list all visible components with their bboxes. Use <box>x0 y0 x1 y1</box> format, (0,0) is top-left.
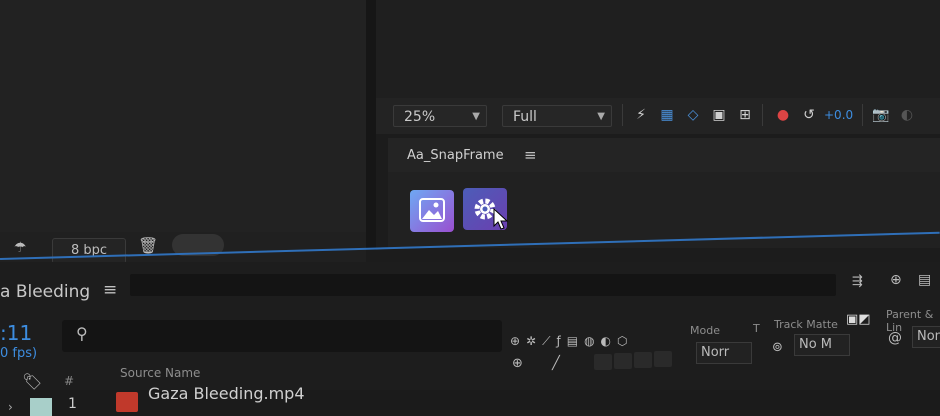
zoom-dropdown[interactable]: 25% ▼ <box>393 105 487 127</box>
image-icon <box>419 198 445 222</box>
track-matte-value: No M <box>799 337 833 352</box>
toolbar-separator <box>622 104 623 126</box>
switch-cell[interactable] <box>594 354 612 370</box>
zoom-value: 25% <box>404 109 436 125</box>
pick-whip-icon[interactable]: @ <box>888 330 902 346</box>
current-timecode[interactable]: :11 <box>0 321 32 345</box>
layer-source-name[interactable]: Gaza Bleeding.mp4 <box>148 384 305 403</box>
matte-toggle-icon[interactable]: ▣◩ <box>846 312 871 327</box>
switch-cell[interactable] <box>614 353 632 369</box>
composition-panel-left <box>0 0 366 250</box>
trash-icon[interactable]: 🗑 <box>138 236 158 255</box>
fast-preview-icon[interactable]: ⚡ <box>630 104 652 126</box>
resolution-value: Full <box>513 109 537 125</box>
snapshot-icon[interactable]: 📷 <box>870 104 892 126</box>
show-snapshot-icon[interactable]: ◐ <box>896 104 918 126</box>
frame-rate: 0 fps) <box>0 346 38 361</box>
column-header-t[interactable]: T <box>753 322 760 335</box>
quality-icon[interactable]: ╱ <box>552 356 560 371</box>
column-header-track-matte[interactable]: Track Matte <box>774 318 838 331</box>
composition-mini-icon[interactable]: ⊕ <box>890 272 902 288</box>
exposure-value[interactable]: +0.0 <box>824 104 853 126</box>
label-color-swatch[interactable] <box>30 398 52 416</box>
resolution-dropdown[interactable]: Full ▼ <box>502 105 612 127</box>
time-ruler[interactable] <box>130 274 836 296</box>
bit-depth-button[interactable]: 8 bpc <box>52 238 126 264</box>
channel-icon[interactable]: ● <box>772 104 794 126</box>
parent-value: Non <box>917 329 940 344</box>
reset-exposure-icon[interactable]: ↺ <box>798 104 820 126</box>
switches-header: ⊕✲⟋ƒ▤◍◐⬡ <box>510 334 634 348</box>
panel-divider[interactable] <box>366 0 376 250</box>
layer-index: 1 <box>68 396 77 412</box>
composition-viewer[interactable] <box>376 0 940 98</box>
shy-icon[interactable]: ⊕ <box>512 356 523 371</box>
expand-chevron-icon[interactable]: › <box>8 400 13 414</box>
panel-title[interactable]: Aa_SnapFrame <box>407 148 504 163</box>
matte-link-icon[interactable]: ⊚ <box>772 340 783 355</box>
layer-search-input[interactable]: ⚲ <box>62 320 502 352</box>
image-button[interactable] <box>410 190 454 232</box>
parent-dropdown[interactable]: Non <box>912 326 940 348</box>
footage-file-icon <box>116 392 138 412</box>
column-header-source-name[interactable]: Source Name <box>120 366 200 380</box>
region-of-interest-icon[interactable]: ▣ <box>708 104 730 126</box>
label-tag-icon[interactable]: 🏷 <box>22 372 42 391</box>
chevron-down-icon: ▼ <box>472 111 480 122</box>
blend-mode-value: Norr <box>701 345 730 360</box>
layer-number-header: # <box>64 374 75 388</box>
toolbar-separator <box>862 104 863 126</box>
transparency-grid-icon[interactable]: ▦ <box>656 104 678 126</box>
mouse-cursor-icon <box>493 208 509 230</box>
layer-row[interactable] <box>0 390 940 416</box>
toolbar-separator <box>762 104 763 126</box>
toggle-icon[interactable]: ▤ <box>918 272 931 288</box>
hamburger-icon[interactable]: ≡ <box>103 280 117 300</box>
track-matte-dropdown[interactable]: No M <box>794 334 850 356</box>
comp-tab-title[interactable]: a Bleeding <box>0 282 90 302</box>
toggle-render-icon[interactable]: ☂ <box>14 240 27 256</box>
switch-cell[interactable] <box>634 352 652 368</box>
column-header-mode[interactable]: Mode <box>690 324 720 337</box>
hamburger-icon[interactable]: ≡ <box>524 146 537 164</box>
comp-flowchart-icon[interactable]: ⇶ <box>852 274 863 289</box>
blend-mode-dropdown[interactable]: Norr <box>696 342 752 364</box>
chevron-down-icon: ▼ <box>597 111 605 122</box>
search-icon: ⚲ <box>76 324 88 343</box>
switch-cell[interactable] <box>654 351 672 367</box>
guides-icon[interactable]: ⊞ <box>734 104 756 126</box>
mask-visibility-icon[interactable]: ◇ <box>682 104 704 126</box>
